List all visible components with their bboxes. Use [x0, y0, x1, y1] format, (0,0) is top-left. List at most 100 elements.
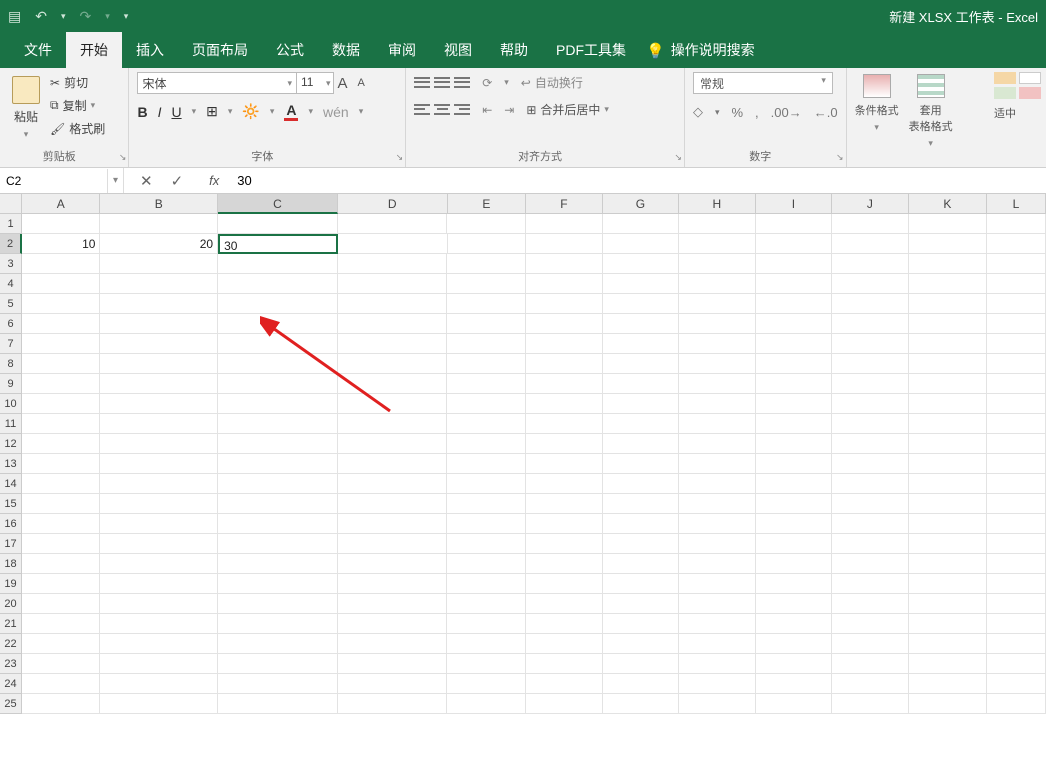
cell[interactable] — [603, 494, 680, 514]
cell[interactable] — [22, 374, 100, 394]
style-swatch[interactable] — [994, 87, 1016, 99]
cell[interactable] — [756, 434, 833, 454]
row-header[interactable]: 19 — [0, 574, 22, 594]
cell[interactable] — [218, 594, 338, 614]
cell[interactable] — [100, 674, 218, 694]
enter-icon[interactable]: ✓ — [171, 172, 184, 190]
tab-review[interactable]: 审阅 — [374, 32, 430, 68]
undo-icon[interactable]: ↶ — [35, 8, 47, 25]
cell[interactable] — [526, 494, 603, 514]
align-center-button[interactable] — [434, 103, 450, 117]
cell[interactable] — [603, 694, 680, 714]
cell[interactable]: 20 — [100, 234, 218, 254]
cell[interactable] — [338, 234, 448, 254]
cell[interactable] — [756, 674, 833, 694]
cell[interactable]: 10 — [22, 234, 100, 254]
cell[interactable] — [22, 654, 100, 674]
cell[interactable] — [447, 654, 525, 674]
cell[interactable] — [756, 494, 833, 514]
row-header[interactable]: 8 — [0, 354, 22, 374]
cell[interactable] — [447, 374, 525, 394]
cell[interactable] — [22, 574, 100, 594]
column-header[interactable]: F — [526, 194, 603, 214]
row-header[interactable]: 14 — [0, 474, 22, 494]
cell[interactable] — [100, 334, 218, 354]
column-header[interactable]: I — [756, 194, 833, 214]
cell[interactable] — [218, 454, 338, 474]
cell[interactable] — [526, 234, 603, 254]
cell[interactable] — [526, 694, 603, 714]
align-top-button[interactable] — [414, 76, 430, 90]
cell[interactable] — [832, 554, 909, 574]
cell[interactable] — [526, 214, 603, 234]
cell[interactable] — [218, 474, 338, 494]
row-header[interactable]: 16 — [0, 514, 22, 534]
cell[interactable] — [603, 314, 680, 334]
cancel-icon[interactable]: ✕ — [140, 172, 153, 190]
cell[interactable] — [22, 554, 100, 574]
align-middle-button[interactable] — [434, 76, 450, 90]
cell[interactable] — [218, 354, 338, 374]
cell[interactable] — [218, 374, 338, 394]
cell[interactable] — [909, 334, 987, 354]
cell[interactable] — [756, 334, 833, 354]
cell[interactable] — [338, 274, 448, 294]
cell[interactable] — [832, 654, 909, 674]
cell[interactable] — [100, 274, 218, 294]
cell[interactable] — [218, 534, 338, 554]
cell[interactable] — [22, 274, 100, 294]
increase-indent-button[interactable]: ⇥ — [504, 103, 514, 117]
cell[interactable] — [756, 254, 833, 274]
chevron-down-icon[interactable]: ▾ — [359, 106, 364, 117]
cell[interactable] — [987, 234, 1046, 254]
style-swatch[interactable] — [994, 72, 1016, 84]
cell[interactable] — [338, 294, 448, 314]
conditional-formatting-button[interactable]: 条件格式 ▾ — [855, 74, 899, 133]
tab-formulas[interactable]: 公式 — [262, 32, 318, 68]
column-header[interactable]: A — [22, 194, 100, 214]
cell[interactable] — [603, 434, 680, 454]
dialog-launcher-icon[interactable]: ↘ — [674, 152, 682, 163]
cell[interactable] — [447, 274, 525, 294]
underline-button[interactable]: U — [171, 104, 181, 120]
cell[interactable] — [832, 514, 909, 534]
cell[interactable] — [603, 234, 680, 254]
cell[interactable] — [22, 254, 100, 274]
cell[interactable] — [987, 434, 1046, 454]
cell[interactable] — [603, 554, 680, 574]
cell[interactable] — [447, 514, 525, 534]
cells-grid[interactable]: 102030 — [22, 214, 1046, 779]
cell[interactable] — [987, 254, 1046, 274]
cell[interactable] — [22, 594, 100, 614]
save-icon[interactable]: ▤ — [8, 8, 21, 25]
cell[interactable] — [338, 314, 448, 334]
cell[interactable] — [909, 434, 987, 454]
align-left-button[interactable] — [414, 103, 430, 117]
cell[interactable] — [526, 334, 603, 354]
cell[interactable] — [679, 594, 756, 614]
cell[interactable] — [218, 574, 338, 594]
cell[interactable] — [679, 274, 756, 294]
cell[interactable] — [338, 694, 448, 714]
cell[interactable] — [526, 454, 603, 474]
cell[interactable]: 30 — [218, 234, 338, 254]
cell[interactable] — [679, 634, 756, 654]
cell[interactable] — [338, 254, 448, 274]
cell[interactable] — [603, 514, 680, 534]
cell[interactable] — [832, 214, 909, 234]
cell[interactable] — [756, 654, 833, 674]
cell[interactable] — [603, 334, 680, 354]
cell[interactable] — [909, 574, 987, 594]
cell[interactable] — [526, 374, 603, 394]
cell[interactable] — [987, 294, 1046, 314]
cell[interactable] — [909, 214, 987, 234]
cell[interactable] — [987, 654, 1046, 674]
cell[interactable] — [832, 474, 909, 494]
row-header[interactable]: 21 — [0, 614, 22, 634]
cell[interactable] — [22, 394, 100, 414]
cell[interactable] — [100, 414, 218, 434]
percent-button[interactable]: % — [731, 105, 743, 120]
cell[interactable] — [22, 294, 100, 314]
undo-drop-icon[interactable]: ▾ — [61, 11, 66, 22]
cell[interactable] — [679, 574, 756, 594]
